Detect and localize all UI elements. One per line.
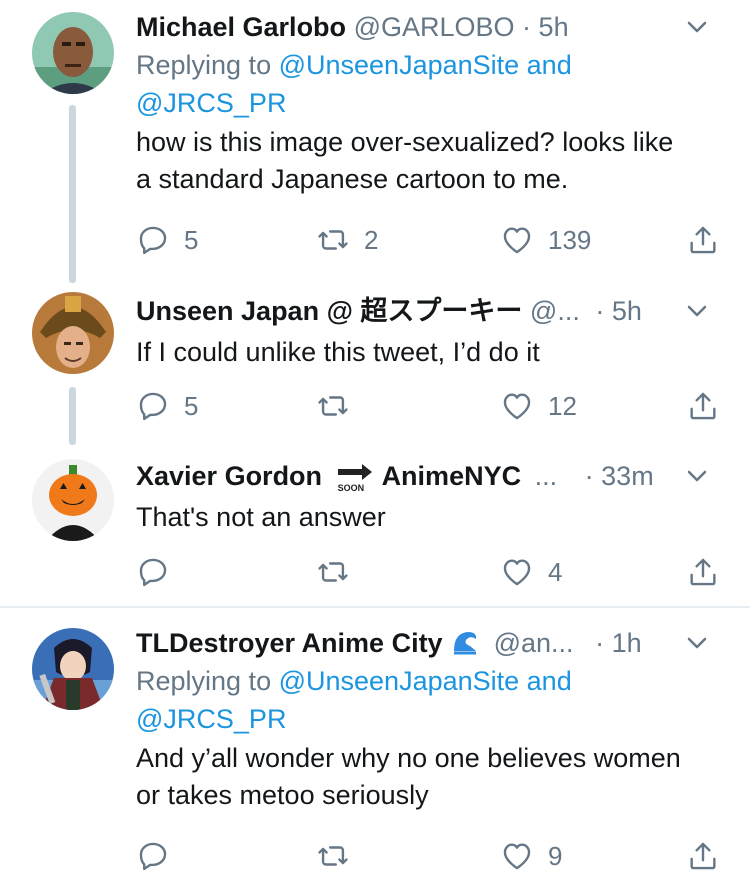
tweet-text-line: That's not an answer bbox=[136, 502, 386, 532]
separator-dot: · bbox=[595, 628, 605, 658]
tweet-text-line: or takes metoo seriously bbox=[136, 780, 429, 810]
reply-button[interactable]: 5 bbox=[136, 386, 198, 426]
display-name-part[interactable]: AnimeNYC bbox=[382, 461, 522, 491]
tweet-text: how is this image over-sexualized? looks… bbox=[136, 124, 710, 198]
tweet-actions: 5 12 bbox=[136, 386, 721, 426]
tweet-unseen-japan[interactable]: Unseen Japan @ 超スプーキー @... · 5h If I cou… bbox=[0, 290, 750, 445]
tweet-text-line: how is this image over-sexualized? looks… bbox=[136, 127, 674, 157]
like-button[interactable]: 4 bbox=[500, 552, 562, 592]
tweet-text-line: And y’all wonder why no one believes wom… bbox=[136, 743, 681, 773]
tweet-actions: 4 bbox=[136, 552, 721, 592]
replying-to-line2: @JRCS_PR bbox=[136, 84, 710, 122]
chevron-down-icon[interactable] bbox=[684, 14, 710, 40]
share-icon bbox=[690, 558, 716, 586]
user-handle[interactable]: @GARLOBO bbox=[354, 12, 515, 42]
reply-count: 5 bbox=[184, 390, 199, 421]
display-name[interactable]: Unseen Japan @ 超スプーキー bbox=[136, 296, 522, 326]
reply-button[interactable] bbox=[136, 836, 170, 876]
avatar[interactable] bbox=[32, 12, 114, 94]
replying-to-line2: @JRCS_PR bbox=[136, 700, 710, 738]
like-button[interactable]: 139 bbox=[500, 220, 591, 260]
chevron-down-icon[interactable] bbox=[684, 630, 710, 656]
tweet-xavier-gordon[interactable]: Xavier Gordon SOON AnimeNYC ... · 33m Th… bbox=[0, 455, 750, 605]
soon-arrow-icon: SOON bbox=[336, 463, 374, 493]
tweet-actions: 5 2 139 bbox=[136, 220, 721, 260]
tweet-text-line: If I could unlike this tweet, I’d do it bbox=[136, 337, 540, 367]
reply-button[interactable] bbox=[136, 552, 170, 592]
like-button[interactable]: 9 bbox=[500, 836, 562, 876]
like-icon bbox=[503, 559, 531, 586]
tweet-tldestroyer[interactable]: TLDestroyer Anime City @an... · 1h Reply… bbox=[0, 610, 750, 888]
soon-label: SOON bbox=[337, 482, 365, 493]
replying-to: Replying to @UnseenJapanSite and bbox=[136, 46, 710, 84]
retweet-icon bbox=[318, 396, 348, 416]
reply-icon bbox=[139, 558, 167, 587]
reply-icon bbox=[139, 842, 167, 871]
retweet-button[interactable] bbox=[316, 552, 350, 592]
like-count: 12 bbox=[548, 390, 577, 421]
reply-icon bbox=[139, 226, 167, 255]
display-name[interactable]: Michael Garlobo bbox=[136, 12, 346, 42]
tweet-text: If I could unlike this tweet, I’d do it bbox=[136, 334, 710, 371]
replying-to-link-jrcs[interactable]: @JRCS_PR bbox=[136, 88, 286, 118]
user-handle[interactable]: @... bbox=[530, 296, 580, 326]
retweet-icon bbox=[318, 562, 348, 582]
replying-to-label: Replying to bbox=[136, 666, 279, 696]
share-button[interactable] bbox=[686, 386, 720, 426]
like-count: 9 bbox=[548, 840, 563, 871]
tweet-text: And y’all wonder why no one believes wom… bbox=[136, 740, 710, 814]
timestamp[interactable]: 33m bbox=[601, 461, 654, 491]
like-button[interactable]: 12 bbox=[500, 386, 577, 426]
user-handle[interactable]: @an... bbox=[494, 628, 574, 658]
replying-to: Replying to @UnseenJapanSite and bbox=[136, 662, 710, 700]
tweet-text: That's not an answer bbox=[136, 499, 710, 536]
replying-to-links[interactable]: @UnseenJapanSite and bbox=[279, 666, 572, 696]
like-count: 4 bbox=[548, 556, 563, 587]
avatar[interactable] bbox=[32, 628, 114, 710]
wave-emoji-icon bbox=[454, 632, 477, 655]
tweet-text-line: a standard Japanese cartoon to me. bbox=[136, 164, 569, 194]
share-button[interactable] bbox=[686, 220, 720, 260]
separator-dot: · bbox=[595, 296, 605, 326]
tweet-actions: 9 bbox=[136, 836, 721, 876]
reply-button[interactable]: 5 bbox=[136, 220, 198, 260]
chevron-down-icon[interactable] bbox=[684, 298, 710, 324]
user-handle[interactable]: ... bbox=[535, 461, 558, 491]
retweet-icon bbox=[318, 846, 348, 866]
separator-dot: · bbox=[522, 12, 532, 42]
retweet-count: 2 bbox=[364, 224, 379, 255]
display-name[interactable]: TLDestroyer Anime City bbox=[136, 628, 443, 658]
timestamp[interactable]: 5h bbox=[612, 296, 642, 326]
like-icon bbox=[503, 227, 531, 254]
share-icon bbox=[690, 392, 716, 420]
avatar[interactable] bbox=[32, 292, 114, 374]
replying-to-links[interactable]: @UnseenJapanSite and bbox=[279, 50, 572, 80]
like-icon bbox=[503, 843, 531, 870]
reply-icon bbox=[139, 392, 167, 421]
retweet-button[interactable]: 2 bbox=[316, 220, 378, 260]
replying-to-label: Replying to bbox=[136, 50, 279, 80]
retweet-button[interactable] bbox=[316, 386, 350, 426]
replying-to-link-jrcs[interactable]: @JRCS_PR bbox=[136, 704, 286, 734]
share-icon bbox=[690, 226, 716, 254]
thread-line bbox=[69, 105, 76, 283]
chevron-down-icon[interactable] bbox=[684, 463, 710, 489]
share-button[interactable] bbox=[686, 836, 720, 876]
share-button[interactable] bbox=[686, 552, 720, 592]
share-icon bbox=[690, 842, 716, 870]
tweet-separator bbox=[0, 606, 750, 608]
reply-count: 5 bbox=[184, 224, 199, 255]
separator-dot: · bbox=[584, 461, 594, 491]
tweet-michael-garlobo[interactable]: Michael Garlobo @GARLOBO · 5h Replying t… bbox=[0, 0, 750, 290]
avatar[interactable] bbox=[32, 459, 114, 541]
timestamp[interactable]: 1h bbox=[612, 628, 642, 658]
timestamp[interactable]: 5h bbox=[539, 12, 569, 42]
retweet-icon bbox=[318, 230, 348, 250]
display-name-part[interactable]: Xavier Gordon bbox=[136, 461, 322, 491]
thread-line bbox=[69, 387, 76, 445]
retweet-button[interactable] bbox=[316, 836, 350, 876]
like-icon bbox=[503, 393, 531, 420]
like-count: 139 bbox=[548, 224, 592, 255]
